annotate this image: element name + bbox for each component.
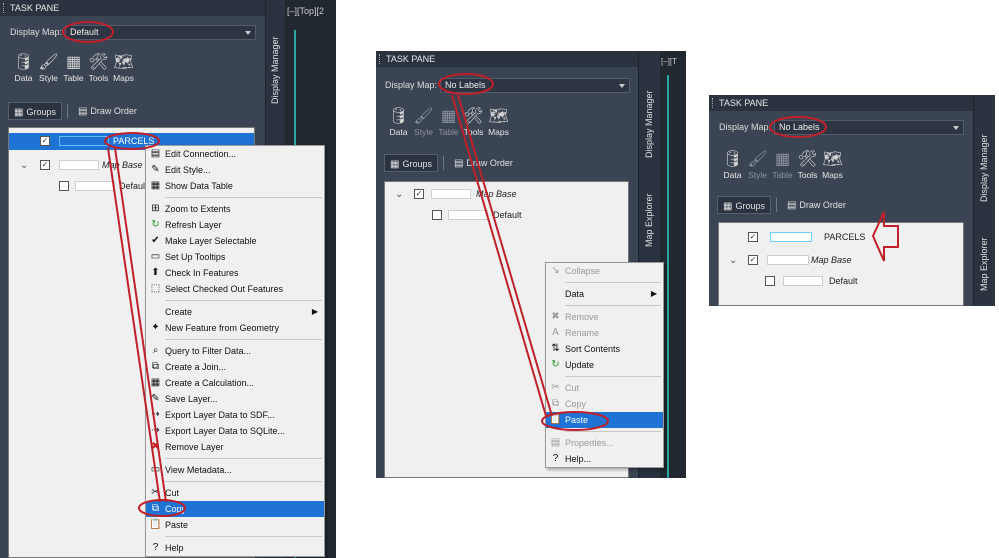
annotation-ellipse — [62, 21, 114, 43]
annotation-line — [107, 147, 161, 503]
annotation-line — [457, 94, 553, 417]
annotation-line — [114, 147, 167, 503]
annotation-overlay — [62, 21, 899, 517]
annotation-ellipse — [138, 499, 186, 517]
annotation-ellipse — [769, 116, 827, 138]
annotation-ellipse — [438, 73, 494, 95]
annotation-line — [451, 94, 547, 417]
annotation-arrow — [871, 211, 899, 262]
annotation-ellipse — [104, 132, 160, 150]
